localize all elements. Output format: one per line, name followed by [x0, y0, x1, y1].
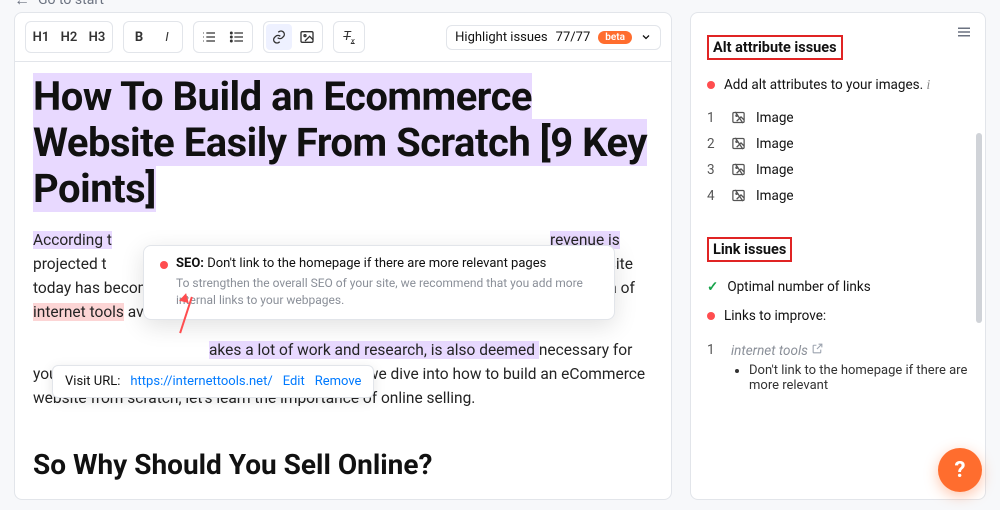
check-icon: ✓ [707, 278, 718, 297]
image-icon [731, 136, 746, 151]
issues-sidebar: Alt attribute issues Add alt attributes … [690, 12, 986, 500]
image-icon [731, 110, 746, 125]
links-to-improve: Links to improve: [707, 307, 969, 326]
h1-button[interactable]: H1 [28, 24, 54, 50]
ordered-list-button[interactable] [196, 24, 222, 50]
breadcrumb-back[interactable]: ← Go to start [0, 0, 1000, 12]
editor-toolbar: H1 H2 H3 B I [15, 13, 671, 62]
image-item[interactable]: Image [707, 157, 969, 183]
remove-link-button[interactable]: Remove [315, 374, 362, 389]
h3-button[interactable]: H3 [84, 24, 110, 50]
image-icon [731, 162, 746, 177]
highlight-issues-toggle[interactable]: Highlight issues 77/77 beta [446, 25, 661, 50]
arrow-left-icon: ← [14, 0, 30, 8]
visit-url-link[interactable]: https://internettools.net/ [130, 374, 272, 389]
image-item[interactable]: Image [707, 131, 969, 157]
image-item[interactable]: Image [707, 105, 969, 131]
seo-tooltip: SEO: Don't link to the homepage if there… [143, 245, 615, 320]
edit-link-button[interactable]: Edit [283, 374, 305, 389]
sidebar-menu-icon[interactable] [955, 23, 973, 45]
alt-issues-header: Alt attribute issues [707, 35, 843, 60]
article-title[interactable]: How To Build an Ecommerce Website Easily… [33, 74, 653, 212]
linked-text[interactable]: internet tools [33, 303, 124, 321]
issue-count: 77/77 [556, 30, 591, 45]
scrollbar[interactable] [976, 133, 982, 323]
image-item[interactable]: Image [707, 183, 969, 209]
error-dot-icon [707, 312, 715, 320]
link-item[interactable]: internet tools Don't link to the homepag… [707, 336, 969, 399]
image-list: Image Image Image Image [707, 105, 969, 209]
image-button[interactable] [294, 24, 320, 50]
back-label: Go to start [38, 0, 104, 8]
highlight-label: Highlight issues [455, 30, 548, 45]
bold-button[interactable]: B [126, 24, 152, 50]
link-ok-item: ✓ Optimal number of links [707, 278, 969, 297]
external-link-icon [811, 342, 824, 355]
info-icon[interactable]: i [927, 77, 931, 92]
link-button[interactable] [266, 24, 292, 50]
editor-panel: H1 H2 H3 B I [14, 12, 672, 500]
alt-issue-item[interactable]: Add alt attributes to your images. i [707, 76, 969, 95]
visit-url-label: Visit URL: [65, 374, 120, 389]
image-icon [731, 188, 746, 203]
beta-badge: beta [598, 31, 632, 44]
help-button[interactable]: ? [938, 448, 982, 492]
chevron-down-icon [640, 31, 652, 43]
link-issues-header: Link issues [707, 237, 792, 262]
link-popover: Visit URL: https://internettools.net/ Ed… [52, 365, 374, 398]
link-list: internet tools Don't link to the homepag… [707, 336, 969, 399]
unordered-list-button[interactable] [224, 24, 250, 50]
h2-button[interactable]: H2 [56, 24, 82, 50]
article-h2[interactable]: So Why Should You Sell Online? [33, 448, 653, 481]
error-dot-icon [707, 81, 715, 89]
error-dot-icon [160, 261, 168, 269]
italic-button[interactable]: I [154, 24, 180, 50]
clear-format-button[interactable]: Tx [336, 24, 362, 50]
